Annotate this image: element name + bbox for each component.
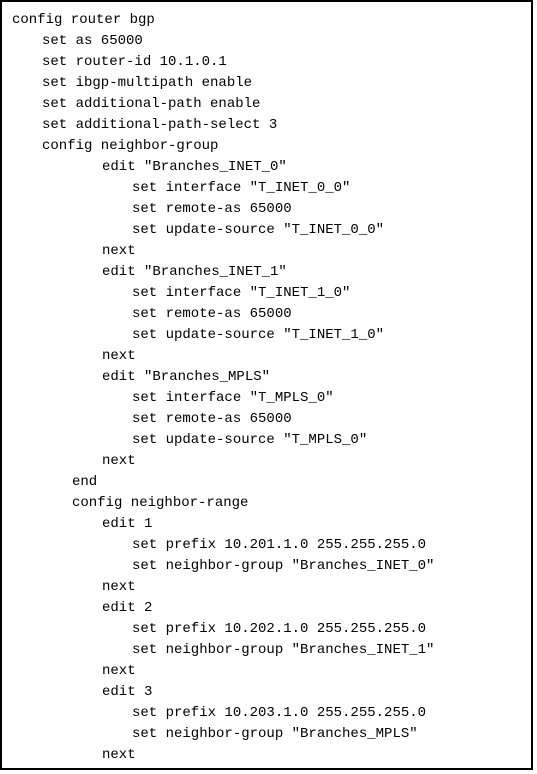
config-line: config neighbor-group [12, 136, 521, 157]
config-code-block: config router bgpset as 65000set router-… [0, 0, 533, 770]
config-line: set neighbor-group "Branches_INET_1" [12, 640, 521, 661]
config-line: end [12, 766, 521, 770]
config-line: set additional-path-select 3 [12, 115, 521, 136]
config-line: set update-source "T_INET_1_0" [12, 325, 521, 346]
config-line: set interface "T_INET_1_0" [12, 283, 521, 304]
config-line: edit 2 [12, 598, 521, 619]
config-line: set ibgp-multipath enable [12, 73, 521, 94]
config-line: next [12, 241, 521, 262]
config-line: set as 65000 [12, 31, 521, 52]
config-line: next [12, 346, 521, 367]
config-line: next [12, 577, 521, 598]
config-line: edit "Branches_INET_1" [12, 262, 521, 283]
config-line: set interface "T_MPLS_0" [12, 388, 521, 409]
config-line: set prefix 10.201.1.0 255.255.255.0 [12, 535, 521, 556]
config-line: set prefix 10.202.1.0 255.255.255.0 [12, 619, 521, 640]
config-line: next [12, 451, 521, 472]
config-line: config router bgp [12, 10, 521, 31]
config-line: end [12, 472, 521, 493]
config-line: edit "Branches_INET_0" [12, 157, 521, 178]
config-line: set neighbor-group "Branches_INET_0" [12, 556, 521, 577]
config-line: set neighbor-group "Branches_MPLS" [12, 724, 521, 745]
config-line: set update-source "T_MPLS_0" [12, 430, 521, 451]
config-line: set interface "T_INET_0_0" [12, 178, 521, 199]
config-line: set remote-as 65000 [12, 304, 521, 325]
config-line: next [12, 745, 521, 766]
config-line: edit 3 [12, 682, 521, 703]
config-line: edit "Branches_MPLS" [12, 367, 521, 388]
config-line: set router-id 10.1.0.1 [12, 52, 521, 73]
config-line: set remote-as 65000 [12, 199, 521, 220]
config-line: config neighbor-range [12, 493, 521, 514]
config-line: next [12, 661, 521, 682]
config-line: set remote-as 65000 [12, 409, 521, 430]
config-line: set prefix 10.203.1.0 255.255.255.0 [12, 703, 521, 724]
config-line: edit 1 [12, 514, 521, 535]
config-line: set update-source "T_INET_0_0" [12, 220, 521, 241]
config-line: set additional-path enable [12, 94, 521, 115]
